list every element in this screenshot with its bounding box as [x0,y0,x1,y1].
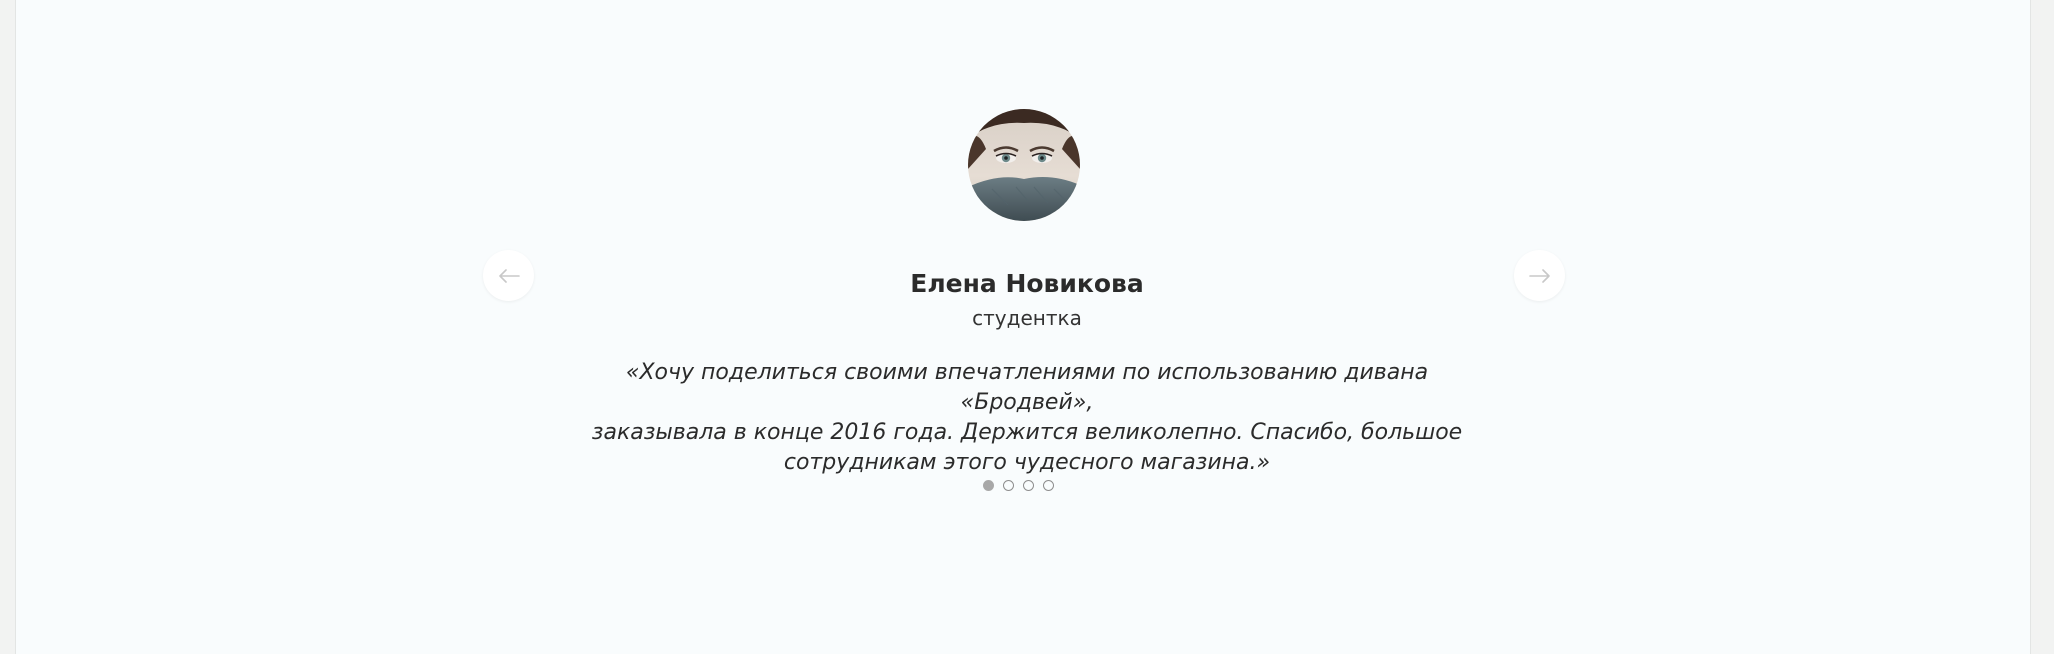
testimonial-author-role: студентка [972,306,1082,330]
pagination-dot[interactable] [1043,480,1054,491]
quote-line: «Хочу поделиться своими впечатлениями по… [625,360,1429,415]
testimonial-author-name: Елена Новикова [910,269,1144,298]
avatar [968,109,1080,221]
pagination-dot[interactable] [983,480,994,491]
quote-line: сотрудникам этого чудесного магазина.» [783,450,1271,475]
testimonial-slider: Елена Новикова студентка «Хочу поделитьс… [0,0,2054,654]
avatar-portrait [968,109,1080,221]
quote-line: заказывала в конце 2016 года. Держится в… [591,420,1463,445]
pagination-dot[interactable] [1003,480,1014,491]
slider-pagination [983,480,1054,491]
pagination-dot[interactable] [1023,480,1034,491]
testimonial-quote: «Хочу поделиться своими впечатлениями по… [577,358,1477,478]
